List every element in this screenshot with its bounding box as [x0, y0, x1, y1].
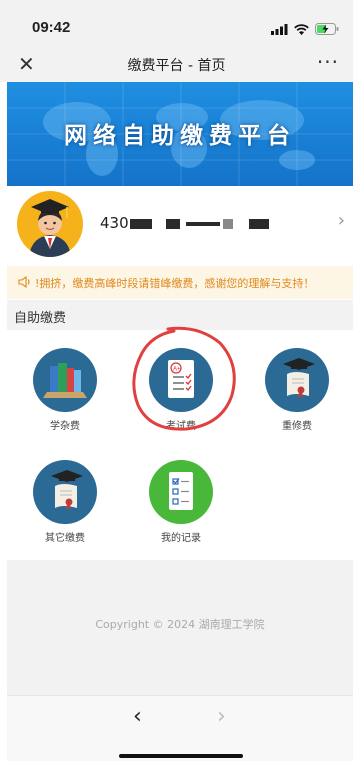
tile-label: 重修费 [282, 421, 312, 432]
tile-icon-bg [149, 460, 213, 524]
banner-title: 网络自助缴费平台 [64, 123, 296, 149]
payment-grid: 学杂费 A+ 考试费 重修费 其它缴费 我的记录 [7, 330, 353, 560]
student-id: 430 [100, 214, 269, 232]
footer: Copyright © 2024 湖南理工学院 [7, 560, 353, 695]
browser-bottom-nav: ‹ › [7, 695, 353, 761]
section-title: 自助缴费 [14, 311, 67, 326]
redaction-mark [222, 218, 233, 229]
banner: 网络自助缴费平台 [7, 82, 353, 186]
user-profile-row[interactable]: 430 › [7, 186, 353, 264]
battery-charging-icon [315, 23, 339, 35]
title-bar: ✕ 缴费平台 - 首页 ··· [0, 50, 353, 82]
status-time: 09:42 [32, 19, 71, 36]
tile-label: 学杂费 [50, 421, 80, 432]
redaction-mark [248, 218, 269, 229]
graduate-avatar-icon [29, 199, 71, 257]
redaction-mark [185, 221, 220, 226]
wifi-icon [294, 23, 309, 35]
tile-icon-bg [265, 348, 329, 412]
tile-retake-fee[interactable]: 重修费 [249, 330, 349, 432]
checklist-icon [169, 472, 193, 510]
tile-label: 我的记录 [161, 533, 201, 544]
redaction-mark [129, 218, 152, 229]
copyright-text: Copyright © 2024 湖南理工学院 [95, 618, 265, 631]
books-icon [43, 363, 87, 398]
svg-text:A+: A+ [173, 367, 181, 373]
tile-icon-bg [33, 460, 97, 524]
tile-icon-bg [33, 348, 97, 412]
back-button[interactable]: ‹ [133, 704, 142, 729]
notice-text: !拥挤，缴费高峰时段请错峰缴费，感谢您的理解与支持！ [35, 277, 315, 290]
exam-paper-icon: A+ [168, 360, 194, 398]
student-id-prefix: 430 [100, 214, 129, 232]
tile-label: 其它缴费 [45, 533, 85, 544]
section-header: 自助缴费 [7, 300, 353, 330]
home-indicator[interactable] [119, 754, 243, 758]
tile-other-fee[interactable]: 其它缴费 [17, 442, 117, 544]
tile-label: 考试费 [166, 421, 196, 432]
signal-icon [271, 23, 288, 35]
forward-button[interactable]: › [217, 704, 226, 729]
diploma-icon [51, 470, 83, 510]
tile-my-records[interactable]: 我的记录 [133, 442, 233, 544]
page-title: 缴费平台 - 首页 [127, 58, 226, 74]
speaker-icon [18, 276, 30, 288]
more-menu-button[interactable]: ··· [317, 50, 339, 74]
diploma-icon [283, 358, 315, 398]
tile-icon-bg: A+ [149, 348, 213, 412]
redaction-mark [165, 218, 180, 229]
tile-exam-fee[interactable]: A+ 考试费 [133, 330, 233, 432]
chevron-right-icon: › [337, 210, 345, 231]
tile-tuition-fee[interactable]: 学杂费 [17, 330, 117, 432]
avatar [17, 191, 83, 257]
status-bar: 09:42 [0, 0, 353, 50]
system-icons [271, 22, 339, 36]
notice-bar: !拥挤，缴费高峰时段请错峰缴费，感谢您的理解与支持！ [7, 266, 353, 299]
